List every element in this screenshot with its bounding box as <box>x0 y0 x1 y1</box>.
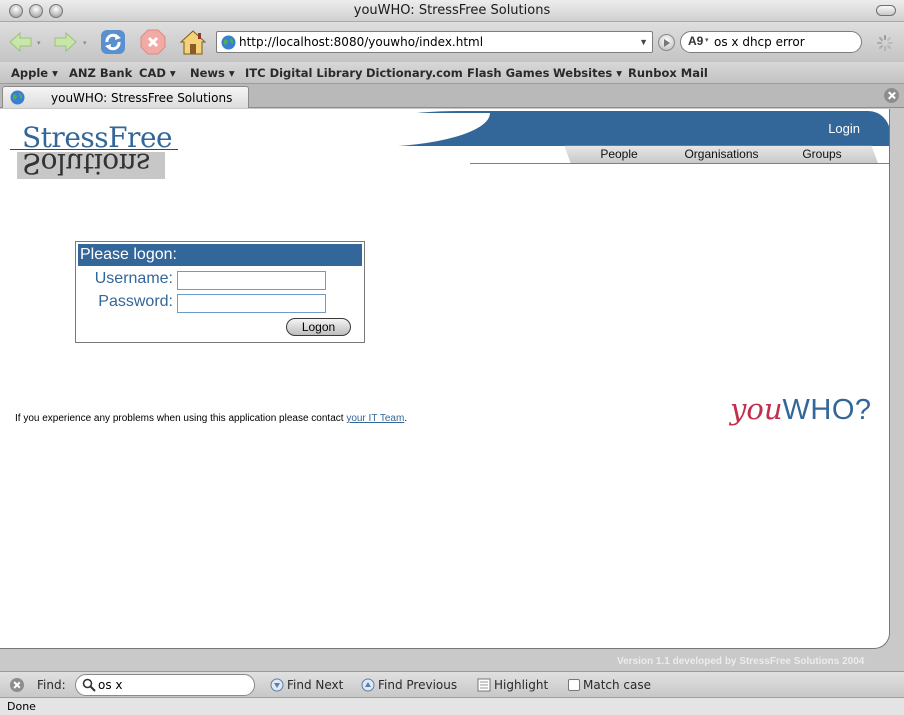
bookmark-news[interactable]: News ▾ <box>190 66 235 80</box>
stop-button[interactable] <box>139 28 167 56</box>
highlight-icon[interactable] <box>477 678 491 692</box>
bookmark-apple[interactable]: Apple ▾ <box>11 66 58 80</box>
reload-icon <box>101 30 125 54</box>
nav-tab-groups[interactable]: Groups <box>766 145 878 163</box>
nav-tab-people[interactable]: People <box>564 145 674 163</box>
find-next-button[interactable]: Find Next <box>287 678 343 692</box>
match-case-checkbox[interactable] <box>568 679 580 691</box>
close-find-bar-icon[interactable] <box>10 678 24 692</box>
window-titlebar: youWHO: StressFree Solutions <box>0 0 904 22</box>
window-title: youWHO: StressFree Solutions <box>353 3 551 18</box>
back-arrow-icon <box>9 31 32 53</box>
page-viewport: Login People Organisations Groups Stress… <box>0 109 904 671</box>
bookmark-dictionary[interactable]: Dictionary.com <box>366 66 463 80</box>
help-text: If you experience any problems when usin… <box>15 413 347 424</box>
version-footer: Version 1.1 developed by StressFree Solu… <box>617 656 865 667</box>
match-case-label[interactable]: Match case <box>583 678 651 692</box>
site-globe-icon <box>221 35 236 50</box>
login-form: Please logon: Username: Password: Logon <box>75 241 365 343</box>
youwho-logo: youWHO? <box>730 392 872 427</box>
back-history-icon[interactable]: ▾ <box>37 39 41 47</box>
home-icon <box>179 30 207 55</box>
toolbar-toggle-button[interactable] <box>876 5 896 16</box>
youwho-logo-you: you <box>730 392 783 426</box>
bookmark-flash-games[interactable]: Flash Games <box>467 66 549 80</box>
find-label: Find: <box>37 678 66 692</box>
bookmark-itc-digital-library[interactable]: ITC Digital Library <box>245 66 363 80</box>
stop-icon <box>140 29 166 55</box>
navigation-toolbar: ▾ ▾ http://localhost:8080/youwho/index.h… <box>0 22 904 62</box>
nav-tab-organisations[interactable]: Organisations <box>664 145 779 163</box>
bookmark-cad[interactable]: CAD ▾ <box>139 66 176 80</box>
find-input[interactable]: os x <box>75 674 255 696</box>
home-button[interactable] <box>179 28 207 56</box>
password-input[interactable] <box>177 294 326 313</box>
tab-globe-icon <box>10 90 25 105</box>
tab-bar: youWHO: StressFree Solutions <box>0 84 904 108</box>
username-input[interactable] <box>177 271 326 290</box>
bookmark-runbox-mail[interactable]: Runbox Mail <box>628 66 708 80</box>
help-suffix: . <box>404 413 408 424</box>
find-query: os x <box>98 678 123 692</box>
password-label: Password: <box>98 293 173 310</box>
search-query: os x dhcp error <box>714 35 805 49</box>
close-tab-icon[interactable] <box>884 88 899 103</box>
search-engine-dropdown-icon[interactable]: ▾ <box>705 36 709 44</box>
bookmark-websites[interactable]: Websites ▾ <box>553 66 622 80</box>
search-engine-icon[interactable]: A9 <box>688 34 703 48</box>
url-history-dropdown-icon[interactable]: ▼ <box>639 37 648 47</box>
bookmark-anz-bank[interactable]: ANZ Bank <box>69 66 132 80</box>
url-text: http://localhost:8080/youwho/index.html <box>239 35 484 49</box>
find-previous-button[interactable]: Find Previous <box>378 678 457 692</box>
logo-text-solutions: Solutions <box>22 147 150 180</box>
logon-button[interactable]: Logon <box>286 318 351 336</box>
status-text: Done <box>7 700 36 713</box>
bookmarks-bar: Apple ▾ ANZ Bank CAD ▾ News ▾ ITC Digita… <box>0 62 904 84</box>
find-bar: Find: os x Find Next Find Previous Highl… <box>0 671 904 697</box>
username-label: Username: <box>94 270 173 287</box>
address-bar[interactable]: http://localhost:8080/youwho/index.html … <box>216 31 653 53</box>
tab-youwho[interactable]: youWHO: StressFree Solutions <box>2 86 249 108</box>
youwho-logo-who: WHO? <box>782 394 872 426</box>
forward-history-icon[interactable]: ▾ <box>83 39 87 47</box>
find-previous-icon[interactable] <box>361 678 375 692</box>
login-link[interactable]: Login <box>828 121 860 136</box>
help-message: If you experience any problems when usin… <box>15 413 407 424</box>
go-button[interactable] <box>658 34 675 51</box>
highlight-button[interactable]: Highlight <box>494 678 548 692</box>
back-button[interactable] <box>6 28 34 56</box>
search-input[interactable]: A9 ▾ os x dhcp error <box>680 31 862 53</box>
tab-label: youWHO: StressFree Solutions <box>51 91 233 105</box>
reload-button[interactable] <box>99 28 127 56</box>
login-heading: Please logon: <box>78 244 362 266</box>
forward-arrow-icon <box>54 31 77 53</box>
web-content: Login People Organisations Groups Stress… <box>0 109 890 649</box>
it-team-link[interactable]: your IT Team <box>346 413 404 424</box>
magnifier-icon <box>82 678 96 692</box>
find-next-icon[interactable] <box>270 678 284 692</box>
status-bar: Done <box>0 697 904 715</box>
forward-button[interactable] <box>52 28 80 56</box>
loading-spinner-icon <box>877 35 893 51</box>
